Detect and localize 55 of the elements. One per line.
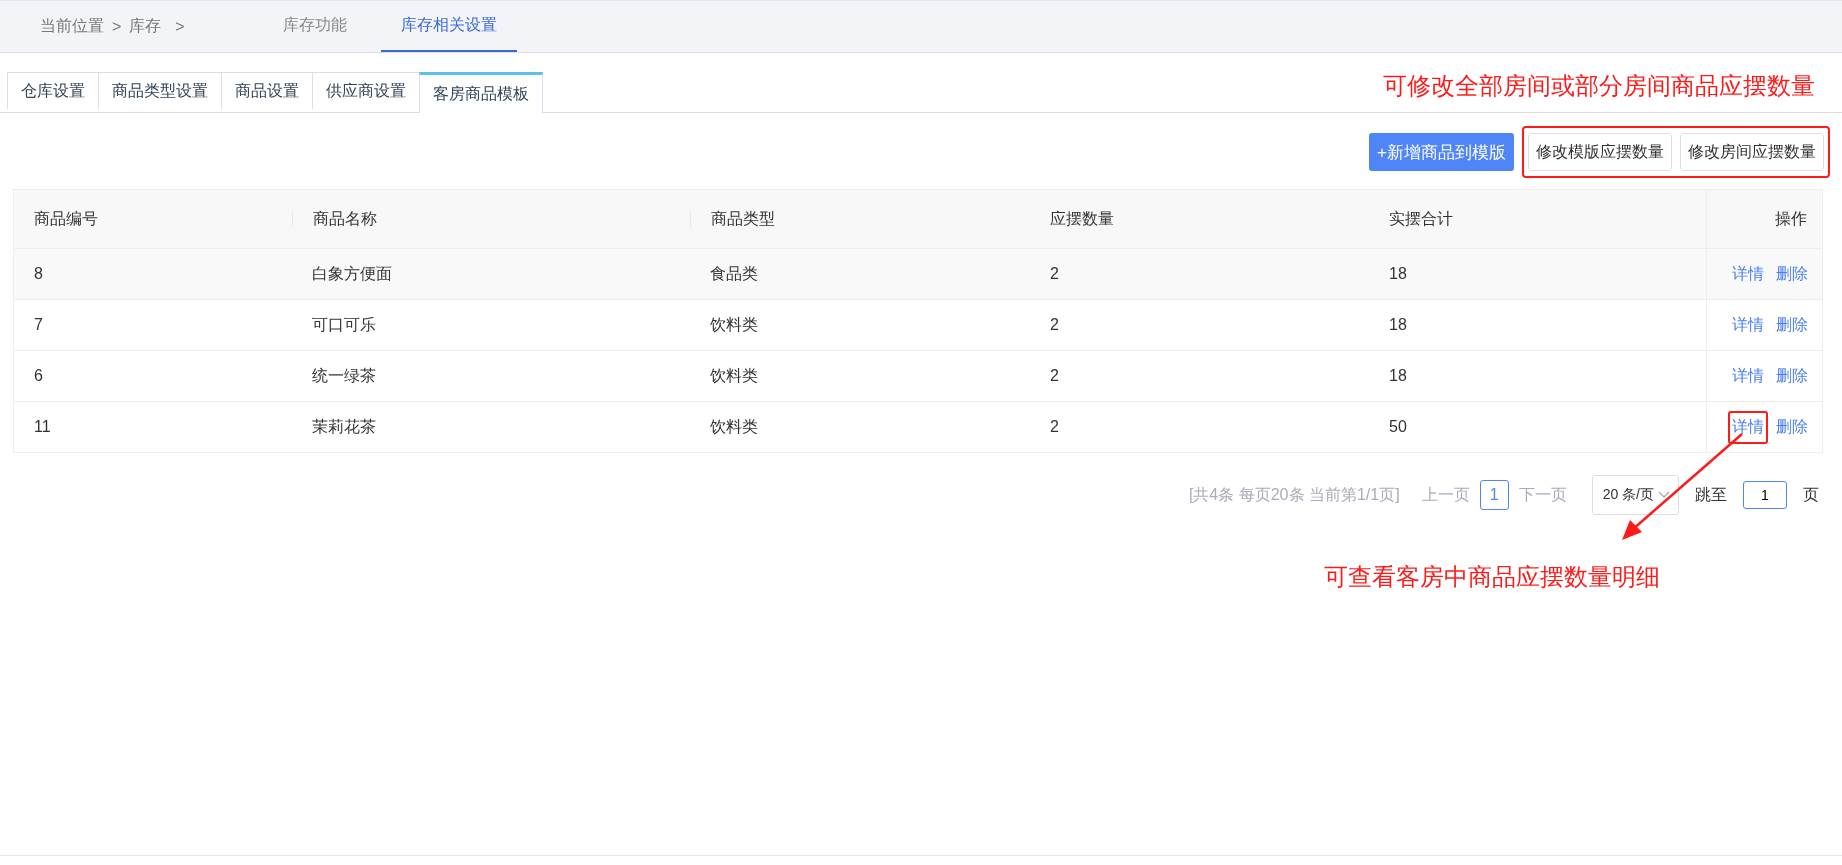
sub-tab[interactable]: 仓库设置 xyxy=(7,72,99,109)
table-cell: 8 xyxy=(34,265,43,283)
table-cell-text: 饮料类 xyxy=(710,365,758,386)
column-header: 操作 xyxy=(1775,208,1807,229)
table-cell-text: 饮料类 xyxy=(710,314,758,335)
table-cell: 18 xyxy=(1389,265,1407,283)
detail-link[interactable]: 详情 xyxy=(1728,257,1768,291)
delete-link[interactable]: 删除 xyxy=(1772,359,1812,393)
table-cell: 2 xyxy=(1050,265,1059,283)
column-header: 商品编号 xyxy=(34,208,98,229)
table-cell-text: 茉莉花茶 xyxy=(312,416,376,437)
delete-link[interactable]: 删除 xyxy=(1772,410,1812,444)
prev-page-link[interactable]: 上一页 xyxy=(1421,484,1470,506)
page-unit-label: 页 xyxy=(1803,484,1819,505)
column-header: 实摆合计 xyxy=(1389,208,1453,229)
breadcrumb-separator: > xyxy=(175,17,185,36)
table-cell-text: 饮料类 xyxy=(710,416,758,437)
annotation-text: 可修改全部房间或部分房间商品应摆数量 xyxy=(1383,71,1815,101)
table-cell-text: 食品类 xyxy=(710,263,758,284)
column-header: 应摆数量 xyxy=(1050,208,1114,229)
table-cell-text: 可口可乐 xyxy=(312,314,376,335)
next-page-link[interactable]: 下一页 xyxy=(1518,484,1567,506)
column-header: 商品名称 xyxy=(313,208,377,229)
table-cell: 18 xyxy=(1389,367,1407,385)
table-cell: 2 xyxy=(1050,367,1059,385)
breadcrumb-label: 当前位置 xyxy=(40,16,104,36)
breadcrumb-separator: > xyxy=(112,17,122,36)
edit-quantity-button[interactable]: 修改模版应摆数量 xyxy=(1528,133,1672,171)
table-cell: 2 xyxy=(1050,418,1059,436)
table-cell: 7 xyxy=(34,316,43,334)
jump-input[interactable]: 1 xyxy=(1743,481,1787,509)
nav-tab[interactable]: 库存功能 xyxy=(283,1,381,52)
table-cell: 2 xyxy=(1050,316,1059,334)
annotation-text: 可查看客房中商品应摆数量明细 xyxy=(1324,562,1660,592)
table-cell: 11 xyxy=(34,418,51,436)
table-cell: 50 xyxy=(1389,418,1407,436)
table-cell-text: 白象方便面 xyxy=(312,263,392,284)
table-cell-text: 统一绿茶 xyxy=(312,365,376,386)
pagination-summary: [共4条 每页20条 当前第1/1页] xyxy=(1188,484,1400,505)
table-cell: 6 xyxy=(34,367,43,385)
detail-link[interactable]: 详情 xyxy=(1728,308,1768,342)
add-item-button[interactable]: +新增商品到模版 xyxy=(1369,133,1514,171)
jump-label: 跳至 xyxy=(1695,484,1727,505)
column-header: 商品类型 xyxy=(711,208,775,229)
page-number-button[interactable]: 1 xyxy=(1479,480,1509,510)
delete-link[interactable]: 删除 xyxy=(1772,308,1812,342)
nav-tab[interactable]: 库存相关设置 xyxy=(381,1,517,52)
detail-link[interactable]: 详情 xyxy=(1728,359,1768,393)
edit-quantity-button[interactable]: 修改房间应摆数量 xyxy=(1680,133,1824,171)
delete-link[interactable]: 删除 xyxy=(1772,257,1812,291)
sub-tab[interactable]: 客房商品模板 xyxy=(419,72,543,113)
table-cell: 18 xyxy=(1389,316,1407,334)
breadcrumb-link[interactable]: 库存 xyxy=(129,16,162,37)
page-size-dropdown[interactable]: 20 条/页 xyxy=(1591,475,1679,515)
detail-link[interactable]: 详情 xyxy=(1728,410,1768,444)
